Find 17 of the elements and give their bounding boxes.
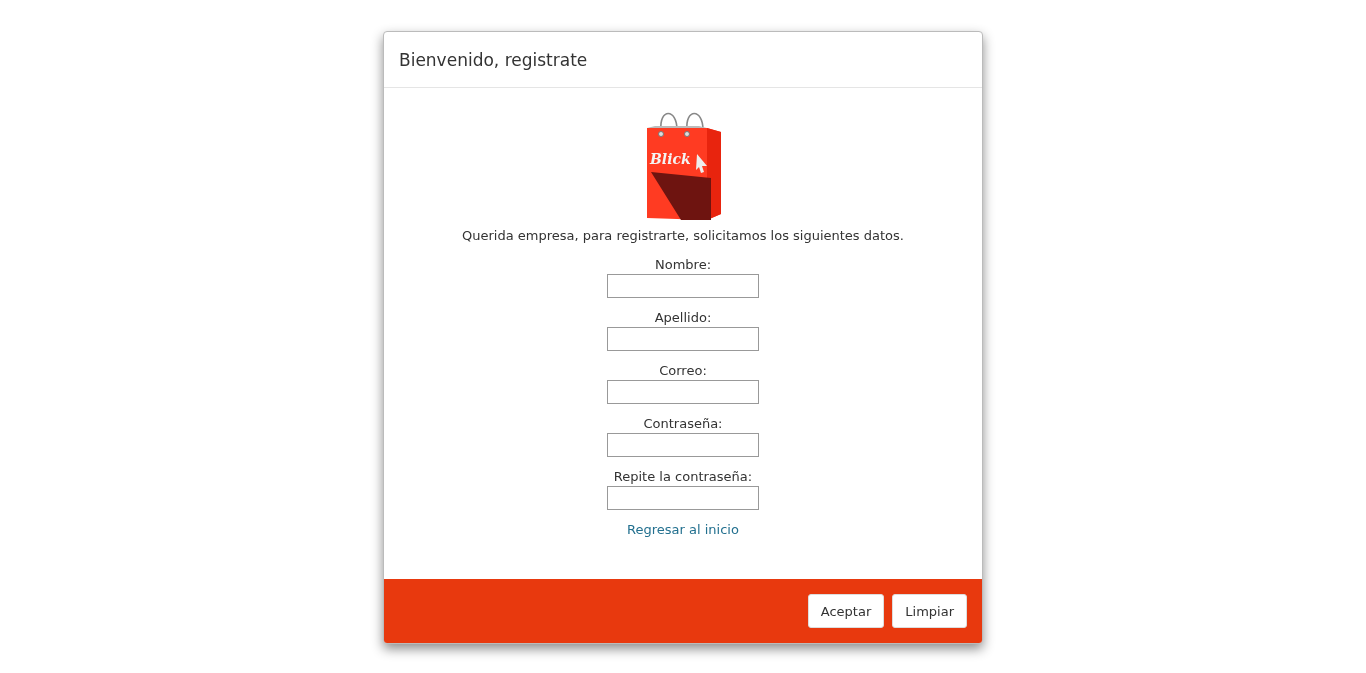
input-field[interactable] — [607, 327, 759, 351]
clear-button[interactable]: Limpiar — [892, 594, 967, 628]
dialog-title: Bienvenido, registrate — [399, 49, 588, 70]
input-field[interactable] — [607, 380, 759, 404]
accept-button[interactable]: Aceptar — [807, 594, 885, 628]
back-link[interactable]: Regresar al inicio — [627, 522, 739, 537]
logo-text: Blick — [650, 151, 691, 167]
field-label: Nombre: — [655, 257, 711, 272]
field-label: Repite la contraseña: — [613, 469, 753, 484]
field-label: Apellido: — [654, 310, 712, 325]
input-field[interactable] — [607, 486, 759, 510]
field-label: Correo: — [659, 363, 707, 378]
field-label: Contraseña: — [643, 416, 723, 431]
intro-text: Querida empresa, para registrarte, solicitamos los siguientes datos. — [462, 228, 904, 243]
input-field[interactable] — [607, 433, 759, 457]
input-field[interactable] — [607, 274, 759, 298]
shopping-bag-icon — [647, 112, 721, 220]
